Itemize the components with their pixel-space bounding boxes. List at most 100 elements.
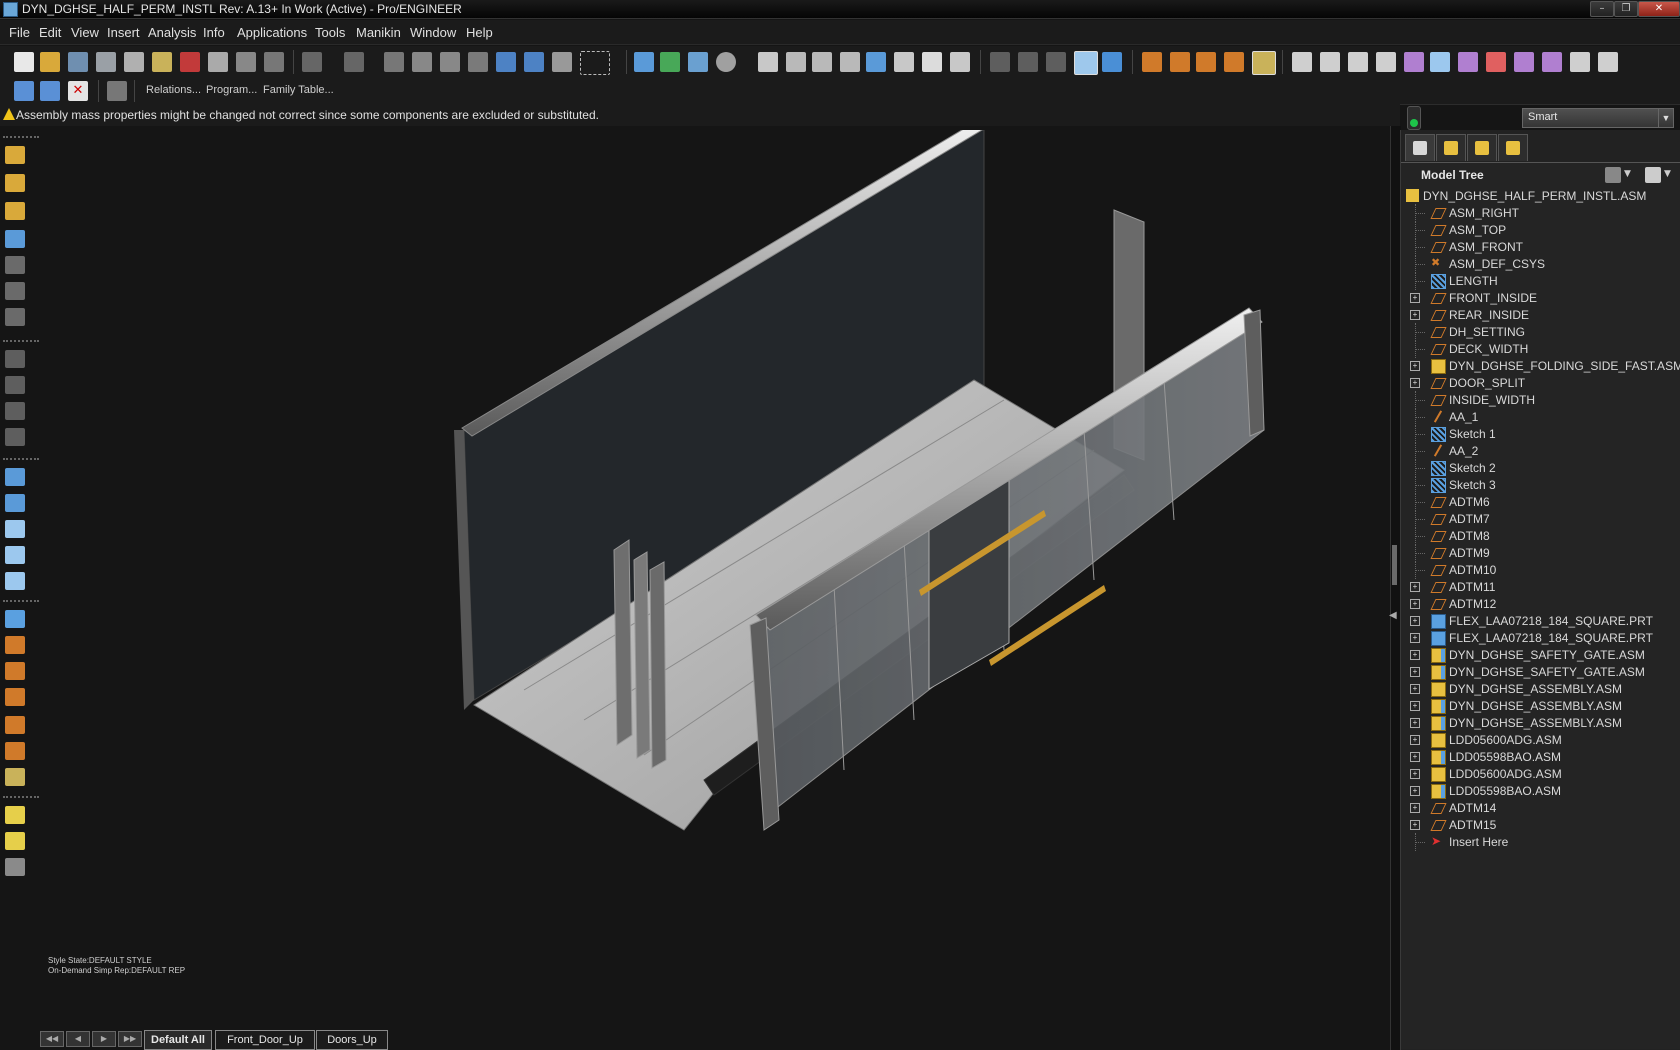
expand-icon[interactable]: +	[1410, 684, 1420, 694]
chevron-down-icon[interactable]: ▼	[1624, 169, 1631, 179]
tree-item[interactable]: + DYN_DGHSE_SAFETY_GATE.ASM	[1401, 663, 1680, 681]
expand-icon[interactable]: +	[1410, 735, 1420, 745]
selection-box-icon[interactable]	[580, 51, 610, 75]
tree-item[interactable]: AA_1	[1401, 408, 1680, 426]
reorient-icon[interactable]	[866, 52, 886, 72]
tree-item[interactable]: ✖ ASM_DEF_CSYS	[1401, 255, 1680, 273]
tree-item[interactable]: ADTM10	[1401, 561, 1680, 579]
tree-item[interactable]: + LDD05598BAO.ASM	[1401, 748, 1680, 766]
menu-insert[interactable]: Insert	[107, 25, 140, 40]
mirror-component-icon[interactable]	[5, 230, 25, 248]
window-close-icon[interactable]	[40, 81, 60, 101]
tree-item[interactable]: ADTM7	[1401, 510, 1680, 528]
undo-icon[interactable]	[302, 52, 322, 72]
expand-icon[interactable]: +	[1410, 701, 1420, 711]
expand-icon[interactable]: +	[1410, 293, 1420, 303]
tree-item[interactable]: Sketch 1	[1401, 425, 1680, 443]
orient-mode-icon[interactable]	[688, 52, 708, 72]
trim-icon[interactable]	[5, 520, 25, 538]
copy-feature-icon[interactable]	[5, 468, 25, 486]
sweep-icon[interactable]	[5, 308, 25, 326]
slope-icon[interactable]	[1514, 52, 1534, 72]
expand-icon[interactable]: +	[1410, 582, 1420, 592]
tree-item[interactable]: + REAR_INSIDE	[1401, 306, 1680, 324]
thicken-icon[interactable]	[5, 572, 25, 590]
datum-point-tool-icon[interactable]	[5, 716, 25, 734]
tree-item[interactable]: Sketch 3	[1401, 476, 1680, 494]
tab-model-tree[interactable]	[1405, 134, 1435, 161]
expand-icon[interactable]: +	[1410, 378, 1420, 388]
datum-points-toggle-icon[interactable]	[1196, 52, 1216, 72]
csys-toggle-icon[interactable]	[1224, 52, 1244, 72]
save-icon[interactable]	[68, 52, 88, 72]
measure-distance-icon[interactable]	[1292, 52, 1312, 72]
menu-file[interactable]: File	[9, 25, 30, 40]
tree-item[interactable]: ASM_TOP	[1401, 221, 1680, 239]
tree-settings-icon[interactable]	[1605, 167, 1621, 183]
tree-item[interactable]: + LDD05598BAO.ASM	[1401, 782, 1680, 800]
annotation-icon[interactable]	[5, 806, 25, 824]
tree-item[interactable]: INSIDE_WIDTH	[1401, 391, 1680, 409]
tree-item[interactable]: ADTM8	[1401, 527, 1680, 545]
expand-icon[interactable]: +	[1410, 752, 1420, 762]
cut-icon[interactable]	[384, 52, 404, 72]
tree-item[interactable]: + FRONT_INSIDE	[1401, 289, 1680, 307]
cable-icon[interactable]	[5, 858, 25, 876]
datum-axis-tool-icon[interactable]	[5, 662, 25, 680]
draft-analysis-icon[interactable]	[1486, 52, 1506, 72]
note-icon[interactable]	[5, 832, 25, 850]
measure-angle-icon[interactable]	[1348, 52, 1368, 72]
menu-view[interactable]: View	[71, 25, 99, 40]
tab-favorites[interactable]	[1467, 134, 1497, 161]
model-tree[interactable]: DYN_DGHSE_HALF_PERM_INSTL.ASM ASM_RIGHT A…	[1401, 187, 1680, 1049]
tree-item[interactable]: Sketch 2	[1401, 459, 1680, 477]
tree-item[interactable]: + DYN_DGHSE_ASSEMBLY.ASM	[1401, 680, 1680, 698]
csys-tool-icon[interactable]	[5, 742, 25, 760]
saved-views-icon[interactable]	[894, 52, 914, 72]
splitter-handle[interactable]	[1392, 545, 1397, 585]
appearance-icon[interactable]	[716, 52, 736, 72]
copy-icon[interactable]	[412, 52, 432, 72]
hole-icon[interactable]	[5, 350, 25, 368]
pipe-icon[interactable]	[1598, 52, 1618, 72]
show-icon[interactable]	[1645, 167, 1661, 183]
expand-icon[interactable]: +	[1410, 667, 1420, 677]
tree-item[interactable]: ADTM6	[1401, 493, 1680, 511]
menu-info[interactable]: Info	[203, 25, 225, 40]
offset-icon[interactable]	[5, 546, 25, 564]
tree-item[interactable]: DECK_WIDTH	[1401, 340, 1680, 358]
menu-applications[interactable]: Applications	[237, 25, 307, 40]
tab-doors-up[interactable]: Doors_Up	[316, 1030, 388, 1050]
expand-icon[interactable]: +	[1410, 616, 1420, 626]
tree-item[interactable]: + ADTM11	[1401, 578, 1680, 596]
next-tab-icon[interactable]: ▶	[92, 1031, 116, 1047]
menu-manikin[interactable]: Manikin	[356, 25, 401, 40]
zoom-out-icon[interactable]	[812, 52, 832, 72]
create-component-icon[interactable]	[5, 174, 25, 192]
open-icon[interactable]	[40, 52, 60, 72]
pattern-feature-icon[interactable]	[5, 494, 25, 512]
tab-default-all[interactable]: Default All	[144, 1030, 212, 1050]
regenerate-icon[interactable]	[96, 52, 116, 72]
first-tab-icon[interactable]: ◀◀	[40, 1031, 64, 1047]
package-icon[interactable]	[5, 202, 25, 220]
menu-edit[interactable]: Edit	[39, 25, 61, 40]
print-icon[interactable]	[208, 52, 228, 72]
menu-window[interactable]: Window	[410, 25, 456, 40]
datum-planes-toggle-icon[interactable]	[1142, 52, 1162, 72]
datum-plane-tool-icon[interactable]	[5, 636, 25, 654]
wireframe-icon[interactable]	[990, 52, 1010, 72]
enhanced-realism-icon[interactable]	[1102, 52, 1122, 72]
menu-analysis[interactable]: Analysis	[148, 25, 196, 40]
tree-item[interactable]: + DYN_DGHSE_SAFETY_GATE.ASM	[1401, 646, 1680, 664]
close-window-icon[interactable]: ✕	[68, 81, 88, 101]
edit-definition-icon[interactable]	[124, 52, 144, 72]
tree-item[interactable]: DH_SETTING	[1401, 323, 1680, 341]
surface-analysis-icon[interactable]	[1430, 52, 1450, 72]
curve-analysis-icon[interactable]	[1404, 52, 1424, 72]
layers-icon[interactable]	[922, 52, 942, 72]
tree-item[interactable]: + ADTM12	[1401, 595, 1680, 613]
find-icon[interactable]	[552, 52, 572, 72]
extrude-icon[interactable]	[5, 256, 25, 274]
collapse-navigator-icon[interactable]: ◀	[1389, 610, 1397, 621]
